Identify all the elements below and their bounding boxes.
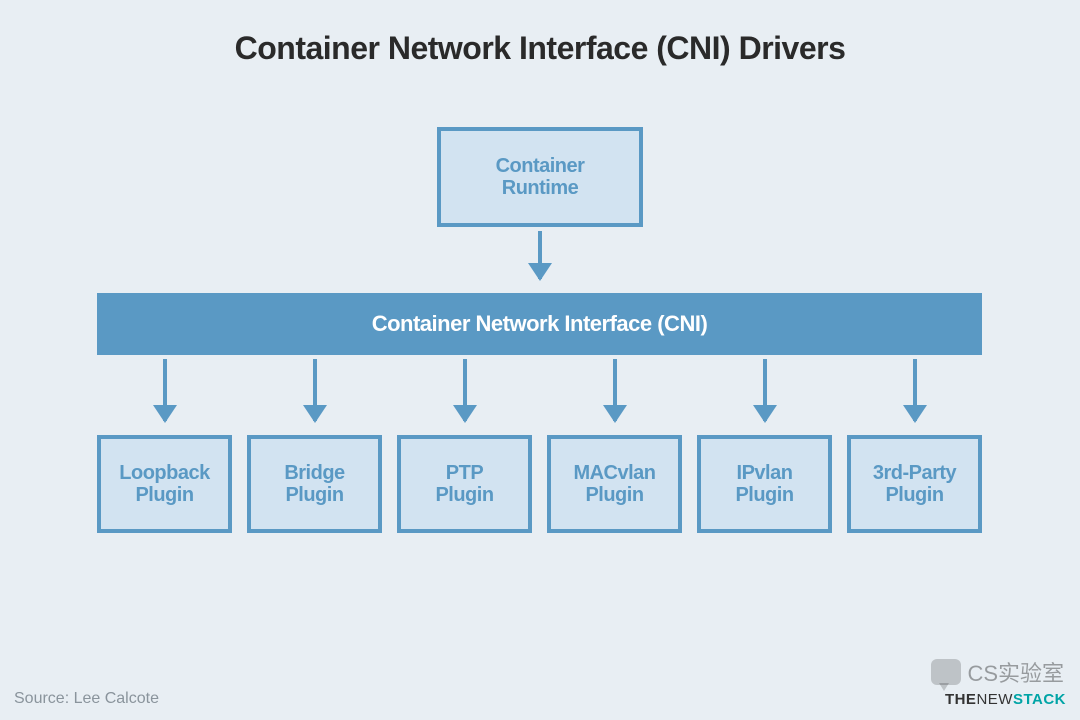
brand-part1: THE [945,691,977,708]
watermark-text: CS实验室 [967,656,1064,688]
arrow-runtime-to-interface [538,231,542,279]
plugin-line1: Loopback [119,462,209,484]
container-runtime-box: Container Runtime [437,127,643,227]
plugin-line1: MACvlan [573,462,655,484]
plugin-line2: Plugin [435,484,493,506]
plugin-line2: Plugin [885,484,943,506]
runtime-line1: Container [496,155,585,177]
brand-part3: STACK [1013,691,1066,708]
plugin-box: 3rd-PartyPlugin [847,435,982,533]
plugin-line2: Plugin [285,484,343,506]
plugin-box: LoopbackPlugin [97,435,232,533]
plugin-line1: 3rd-Party [873,462,956,484]
plugin-line1: IPvlan [737,462,793,484]
arrow-interface-to-plugin [463,359,467,421]
arrow-interface-to-plugin [313,359,317,421]
arrow-interface-to-plugin [763,359,767,421]
cni-interface-box: Container Network Interface (CNI) [97,293,982,355]
watermark: CS实验室 [931,656,1064,688]
plugin-box: BridgePlugin [247,435,382,533]
plugin-line1: Bridge [284,462,344,484]
brand-logo: THENEWSTACK [945,691,1066,708]
plugin-box: IPvlanPlugin [697,435,832,533]
plugin-line1: PTP [446,462,483,484]
diagram-canvas: Container Runtime Container Network Inte… [0,87,1080,647]
interface-label: Container Network Interface (CNI) [372,312,708,336]
arrow-interface-to-plugin [613,359,617,421]
runtime-line2: Runtime [502,177,579,199]
brand-part2: NEW [976,691,1013,708]
plugin-line2: Plugin [735,484,793,506]
arrow-interface-to-plugin [913,359,917,421]
plugin-box: PTPPlugin [397,435,532,533]
plugin-line2: Plugin [135,484,193,506]
wechat-icon [931,659,961,685]
source-credit: Source: Lee Calcote [14,690,159,708]
plugin-line2: Plugin [585,484,643,506]
diagram-title: Container Network Interface (CNI) Driver… [0,0,1080,87]
plugin-box: MACvlanPlugin [547,435,682,533]
arrow-interface-to-plugin [163,359,167,421]
